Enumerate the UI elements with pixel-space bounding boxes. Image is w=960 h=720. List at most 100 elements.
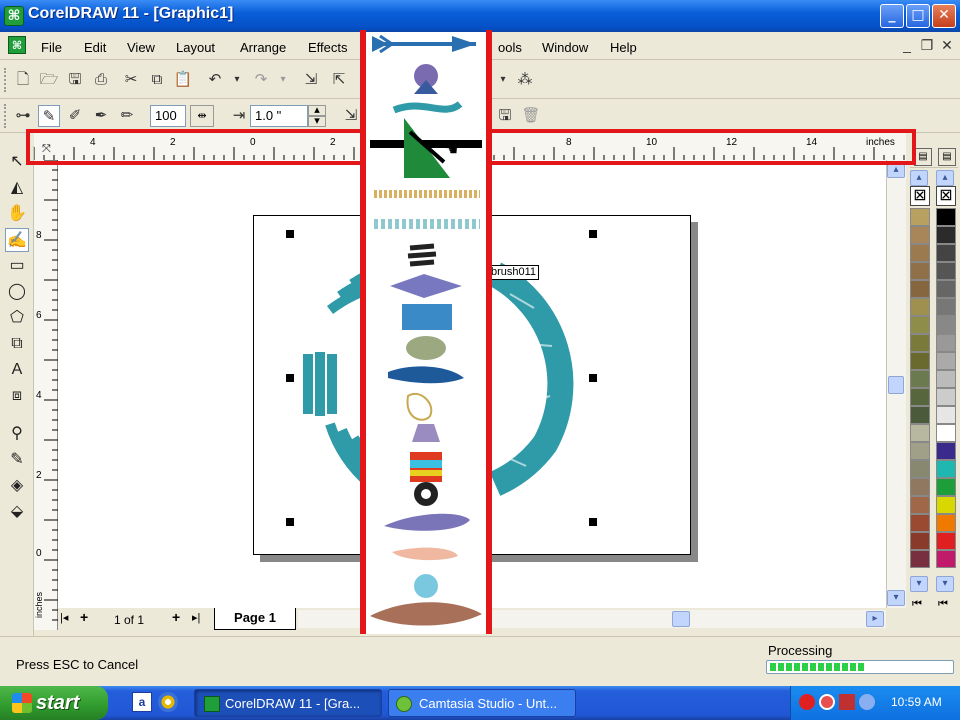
palette-options-icon[interactable]: ▤: [914, 148, 932, 166]
color-swatch[interactable]: [936, 280, 956, 298]
color-swatch[interactable]: [910, 334, 930, 352]
color-swatch[interactable]: [910, 262, 930, 280]
delete-stroke-icon[interactable]: 🗑: [520, 105, 542, 127]
tray-network-icon[interactable]: [859, 694, 875, 710]
toolbar-grip[interactable]: [4, 68, 7, 92]
basic-shapes-tool-icon[interactable]: ⧉: [5, 332, 29, 356]
add-page-after-button[interactable]: +: [172, 609, 180, 625]
selection-handle-bottom-left[interactable]: [286, 518, 294, 526]
menu-arrange[interactable]: Arrange: [240, 40, 286, 55]
vertical-scroll-thumb[interactable]: [888, 376, 904, 394]
color-swatch[interactable]: [910, 352, 930, 370]
color-swatch[interactable]: [936, 532, 956, 550]
mdi-minimize-button[interactable]: _: [898, 37, 916, 53]
menu-effects[interactable]: Effects: [308, 40, 348, 55]
scroll-down-button[interactable]: ▾: [887, 590, 905, 606]
fill-tool-icon[interactable]: ◈: [5, 474, 29, 498]
color-swatch[interactable]: [936, 550, 956, 568]
smoothing-slider-button[interactable]: ⇹: [190, 105, 214, 127]
color-swatch[interactable]: [936, 262, 956, 280]
maximize-button[interactable]: □: [906, 4, 930, 28]
print-icon[interactable]: ⎙: [90, 69, 112, 91]
no-fill-swatch[interactable]: ⊠: [936, 186, 956, 206]
palette-scroll-down-button[interactable]: ▾: [936, 576, 954, 592]
tray-security-icon[interactable]: [839, 694, 855, 710]
interactive-fill-tool-icon[interactable]: ⬙: [5, 500, 29, 524]
color-swatch[interactable]: [936, 514, 956, 532]
page-tab[interactable]: Page 1: [214, 608, 296, 630]
document-icon[interactable]: ⌘: [8, 36, 26, 54]
close-button[interactable]: ✕: [932, 4, 956, 28]
browse-brush-icon[interactable]: ⇲: [340, 105, 362, 127]
save-artistic-stroke-icon[interactable]: 🖫: [494, 105, 516, 127]
task-camtasia[interactable]: Camtasia Studio - Unt...: [388, 689, 576, 717]
add-page-before-button[interactable]: +: [80, 609, 88, 625]
color-swatch[interactable]: [910, 316, 930, 334]
color-swatch[interactable]: [910, 550, 930, 568]
polygon-tool-icon[interactable]: ⬠: [5, 306, 29, 330]
palette-expand-icon[interactable]: ⏮: [938, 598, 948, 611]
cut-icon[interactable]: ✂: [120, 69, 142, 91]
scroll-right-button[interactable]: ▸: [866, 611, 884, 627]
color-swatch[interactable]: [936, 298, 956, 316]
copy-icon[interactable]: ⧉: [146, 69, 168, 91]
palette-options-icon[interactable]: ▤: [938, 148, 956, 166]
outline-tool-icon[interactable]: ✎: [5, 448, 29, 472]
undo-icon[interactable]: ↶: [204, 69, 226, 91]
color-swatch[interactable]: [910, 406, 930, 424]
color-swatch[interactable]: [936, 352, 956, 370]
menu-tools[interactable]: ools: [498, 40, 522, 55]
color-swatch[interactable]: [936, 316, 956, 334]
ellipse-tool-icon[interactable]: ◯: [5, 280, 29, 304]
color-swatch[interactable]: [936, 370, 956, 388]
palette-scroll-down-button[interactable]: ▾: [910, 576, 928, 592]
redo-dropdown-icon[interactable]: ▾: [272, 69, 294, 91]
paste-icon[interactable]: 📋: [172, 69, 194, 91]
sprayer-mode-icon[interactable]: ✐: [64, 105, 86, 127]
brush-stroke-dropdown-list[interactable]: [364, 32, 488, 634]
color-swatch[interactable]: [936, 424, 956, 442]
minimize-button[interactable]: _: [880, 4, 904, 28]
mdi-close-button[interactable]: ✕: [938, 37, 956, 54]
tray-record-icon[interactable]: [799, 694, 815, 710]
corel-online-icon[interactable]: ⁂: [514, 69, 536, 91]
color-swatch[interactable]: [936, 406, 956, 424]
save-icon[interactable]: 🖫: [64, 69, 86, 91]
vertical-ruler[interactable]: 8 6 4 2 0 inches: [34, 160, 58, 630]
tray-camtasia-icon[interactable]: [819, 694, 835, 710]
color-swatch[interactable]: [936, 478, 956, 496]
selection-handle-middle-left[interactable]: [286, 374, 294, 382]
color-swatch[interactable]: [910, 424, 930, 442]
mdi-restore-button[interactable]: ❐: [918, 37, 936, 54]
menu-edit[interactable]: Edit: [84, 40, 106, 55]
pressure-mode-icon[interactable]: ✏: [116, 105, 138, 127]
color-swatch[interactable]: [910, 370, 930, 388]
export-icon[interactable]: ⇱: [328, 69, 350, 91]
undo-dropdown-icon[interactable]: ▾: [226, 69, 248, 91]
palette-scroll-up-button[interactable]: ▴: [910, 170, 928, 186]
color-swatch[interactable]: [910, 460, 930, 478]
artistic-media-tool-icon[interactable]: ✍: [5, 228, 29, 252]
first-page-button[interactable]: |◂: [60, 611, 68, 624]
redo-icon[interactable]: ↷: [250, 69, 272, 91]
menu-window[interactable]: Window: [542, 40, 588, 55]
color-swatch[interactable]: [910, 226, 930, 244]
pick-tool-icon[interactable]: ↖: [5, 150, 29, 174]
color-swatch[interactable]: [910, 442, 930, 460]
brush-mode-icon[interactable]: ✎: [38, 105, 60, 127]
palette-scroll-up-button[interactable]: ▴: [936, 170, 954, 186]
color-swatch[interactable]: [936, 244, 956, 262]
color-swatch[interactable]: [910, 478, 930, 496]
zoom-dropdown-icon[interactable]: ▾: [492, 69, 514, 91]
width-down-button[interactable]: ▾: [308, 116, 326, 127]
menu-help[interactable]: Help: [610, 40, 637, 55]
no-fill-swatch[interactable]: ⊠: [910, 186, 930, 206]
coreldraw-app-icon[interactable]: ⌘: [4, 6, 24, 26]
property-bar-grip[interactable]: [4, 104, 7, 128]
color-swatch[interactable]: [936, 226, 956, 244]
quicklaunch-icon[interactable]: a: [132, 692, 152, 712]
horizontal-scroll-thumb[interactable]: [672, 611, 690, 627]
color-swatch[interactable]: [910, 244, 930, 262]
ruler-origin-icon[interactable]: ⤧: [42, 143, 51, 156]
quicklaunch-media-icon[interactable]: [158, 692, 178, 712]
